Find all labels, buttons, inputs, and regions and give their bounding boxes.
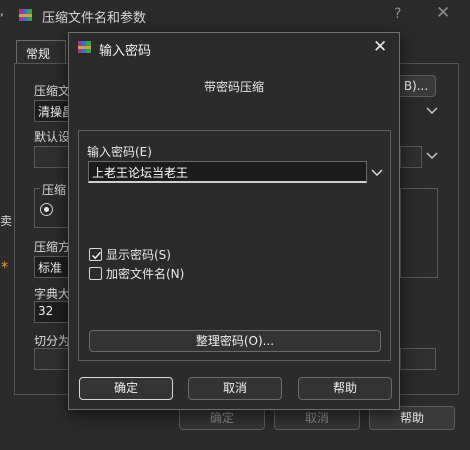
- background-orange-mark: ∗: [0, 258, 10, 271]
- chevron-down-icon[interactable]: [370, 165, 384, 179]
- winrar-app-icon: [19, 9, 32, 21]
- checkmark-icon: [91, 251, 102, 259]
- cancel-button[interactable]: 取消: [188, 377, 282, 400]
- encrypt-names-label: 加密文件名(N): [106, 266, 185, 281]
- ok-button[interactable]: 确定: [79, 377, 173, 400]
- split-dropdown-right[interactable]: [400, 348, 436, 370]
- chevron-down-icon[interactable]: [425, 148, 439, 162]
- password-input[interactable]: 上老王论坛当老王: [88, 161, 367, 183]
- dialog-close-button[interactable]: ✕: [373, 37, 387, 57]
- dialog-titlebar: 输入密码 ✕: [69, 33, 399, 63]
- dictionary-label: 字典大: [34, 287, 71, 301]
- archive-name-label: 压缩文: [34, 84, 71, 98]
- background-close-button[interactable]: ✕: [436, 3, 450, 23]
- background-window-title: 压缩文件名和参数: [42, 11, 147, 26]
- background-help-button[interactable]: ?: [394, 6, 401, 22]
- split-label: 切分为: [34, 334, 71, 348]
- tab-general[interactable]: 常规: [16, 40, 66, 64]
- background-titlebar: 压缩文件名和参数 ? ✕: [8, 0, 470, 32]
- password-label: 输入密码(E): [87, 145, 152, 159]
- help-button[interactable]: 帮助: [298, 377, 392, 400]
- password-dialog: 输入密码 ✕ 带密码压缩 输入密码(E) 上老王论坛当老王 显示密码(S) 加密…: [68, 32, 400, 410]
- show-password-checkbox[interactable]: [89, 247, 102, 261]
- winrar-app-icon: [78, 41, 91, 53]
- options-groupbox: [400, 188, 438, 278]
- show-password-label: 显示密码(S): [106, 247, 171, 262]
- dialog-title: 输入密码: [99, 44, 152, 59]
- encrypt-names-checkbox[interactable]: [89, 266, 102, 280]
- show-password-option[interactable]: 显示密码(S): [89, 246, 171, 262]
- chevron-down-icon[interactable]: [425, 103, 439, 117]
- background-edge-text: ,: [0, 4, 4, 18]
- browse-button[interactable]: B)...: [396, 75, 436, 97]
- format-radio-selected[interactable]: [40, 203, 53, 216]
- organize-passwords-button[interactable]: 整理密码(O)...: [89, 330, 381, 352]
- encrypt-names-option[interactable]: 加密文件名(N): [89, 265, 184, 281]
- dialog-subtitle: 带密码压缩: [203, 80, 264, 94]
- format-label: 压缩: [40, 181, 69, 198]
- background-side-char: 卖: [0, 214, 13, 228]
- profile-dropdown-right[interactable]: [400, 146, 422, 168]
- profile-label: 默认设: [34, 130, 71, 144]
- method-label: 压缩方: [34, 240, 71, 254]
